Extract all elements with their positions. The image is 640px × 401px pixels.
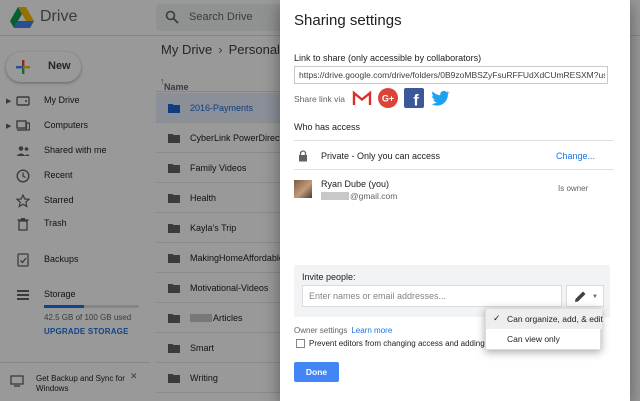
share-link-field[interactable]: https://drive.google.com/drive/folders/0… bbox=[294, 66, 608, 84]
access-level-text: Private - Only you can access bbox=[321, 151, 441, 161]
menu-item-can-view[interactable]: Can view only bbox=[486, 329, 602, 349]
collaborator-role: Is owner bbox=[558, 184, 589, 193]
done-button[interactable]: Done bbox=[294, 362, 339, 382]
menu-item-can-organize[interactable]: ✓ Can organize, add, & edit bbox=[486, 309, 603, 329]
share-via-label: Share link via bbox=[294, 94, 346, 104]
gmail-icon[interactable] bbox=[352, 88, 372, 108]
prevent-editors-checkbox[interactable] bbox=[296, 339, 305, 348]
twitter-icon[interactable] bbox=[430, 88, 450, 108]
owner-settings-label: Owner settings bbox=[294, 326, 348, 335]
access-row: Private - Only you can access Change... bbox=[294, 140, 614, 170]
collaborator-email: @gmail.com bbox=[321, 191, 397, 201]
prevent-editors-label[interactable]: Prevent editors from changing access and… bbox=[309, 339, 502, 348]
link-share-label: Link to share (only accessible by collab… bbox=[294, 53, 482, 63]
share-link-url[interactable]: https://drive.google.com/drive/folders/0… bbox=[299, 70, 605, 80]
owner-settings: Owner settings Learn more bbox=[294, 326, 392, 335]
invite-people-input[interactable] bbox=[303, 286, 561, 306]
collaborator-email-domain: @gmail.com bbox=[350, 191, 398, 201]
facebook-icon[interactable]: f bbox=[404, 88, 424, 108]
chevron-down-icon: ▼ bbox=[592, 294, 598, 300]
dialog-title: Sharing settings bbox=[294, 12, 402, 29]
change-access-link[interactable]: Change... bbox=[556, 151, 595, 161]
svg-text:f: f bbox=[413, 93, 419, 109]
learn-more-link[interactable]: Learn more bbox=[351, 326, 392, 335]
collaborator-name: Ryan Dube (you) bbox=[321, 179, 390, 189]
redacted-email-prefix bbox=[321, 192, 349, 200]
permission-menu: ✓ Can organize, add, & edit Can view onl… bbox=[485, 308, 603, 350]
menu-item-label: Can organize, add, & edit bbox=[507, 314, 603, 324]
svg-text:G+: G+ bbox=[382, 94, 394, 104]
avatar bbox=[294, 180, 312, 198]
who-has-access-label: Who has access bbox=[294, 122, 361, 132]
lock-icon bbox=[299, 150, 307, 162]
invite-people-label: Invite people: bbox=[302, 272, 356, 282]
menu-item-label: Can view only bbox=[507, 334, 560, 344]
permission-dropdown-button[interactable]: ▼ bbox=[566, 285, 604, 307]
invite-input-wrapper[interactable] bbox=[302, 285, 562, 307]
collaborator-row: Ryan Dube (you) @gmail.com Is owner bbox=[294, 176, 614, 210]
pencil-icon bbox=[575, 291, 586, 302]
google-plus-icon[interactable]: G+ bbox=[378, 88, 398, 108]
check-icon: ✓ bbox=[493, 313, 501, 323]
